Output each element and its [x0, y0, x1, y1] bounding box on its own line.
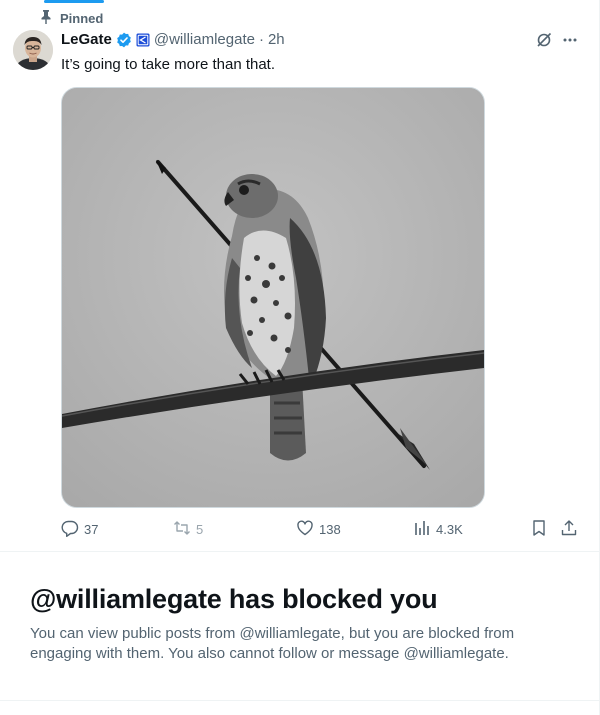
pin-icon	[40, 10, 52, 27]
grok-icon	[535, 31, 553, 54]
separator: ·	[258, 31, 264, 48]
repost-count: 5	[196, 521, 204, 537]
divider	[0, 700, 600, 701]
affiliate-badge-icon[interactable]	[136, 33, 150, 47]
hawk-photo	[62, 88, 484, 507]
reply-icon	[61, 519, 79, 540]
tweet-text: It’s going to take more than that.	[61, 56, 276, 73]
pinned-indicator: Pinned	[40, 10, 103, 27]
reply-button[interactable]: 37	[61, 518, 98, 540]
handle[interactable]: @williamlegate	[154, 31, 255, 48]
verified-badge-icon[interactable]	[116, 32, 132, 48]
more-icon	[561, 31, 579, 54]
post-frame: Pinned LeGate @williamlegate · 2h It’s g…	[0, 0, 600, 715]
tweet-header: LeGate @williamlegate · 2h	[61, 31, 285, 48]
display-name[interactable]: LeGate	[61, 31, 112, 48]
divider	[0, 551, 600, 552]
timestamp[interactable]: 2h	[268, 31, 285, 48]
blocked-message: You can view public posts from @williaml…	[30, 625, 515, 662]
repost-icon	[173, 519, 191, 540]
views-icon	[413, 519, 431, 540]
share-icon	[560, 519, 578, 540]
tweet-actions: 37 5 138 4.3K	[61, 518, 585, 540]
reply-count: 37	[84, 521, 99, 537]
more-button[interactable]	[558, 30, 582, 54]
bookmark-icon	[530, 519, 548, 540]
blocked-title: @williamlegate has blocked you	[30, 584, 438, 614]
pinned-label: Pinned	[60, 11, 104, 26]
repost-button[interactable]: 5	[173, 518, 203, 540]
tweet-image[interactable]	[61, 87, 485, 508]
like-button[interactable]: 138	[296, 518, 341, 540]
active-tab-indicator	[44, 0, 104, 3]
view-count: 4.3K	[436, 521, 463, 537]
avatar[interactable]	[13, 30, 53, 70]
like-count: 138	[319, 521, 341, 537]
grok-button[interactable]	[532, 30, 556, 54]
share-button[interactable]	[560, 518, 578, 540]
views-button[interactable]: 4.3K	[413, 518, 463, 540]
bookmark-button[interactable]	[530, 518, 548, 540]
heart-icon	[296, 519, 314, 540]
